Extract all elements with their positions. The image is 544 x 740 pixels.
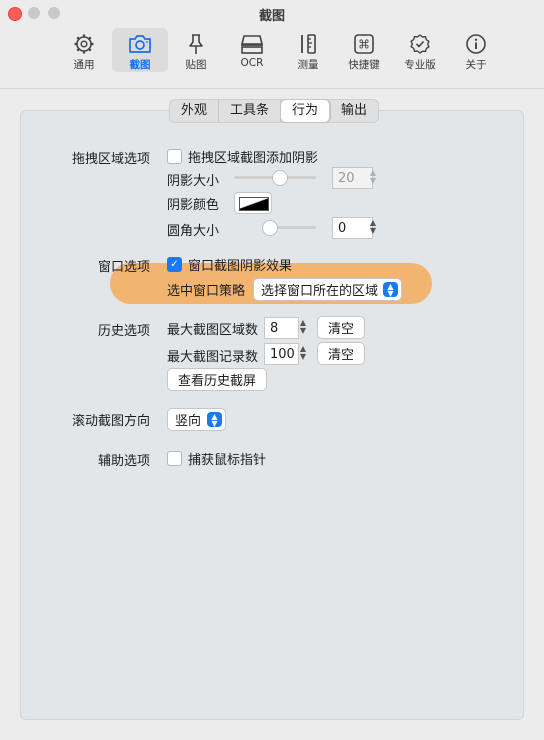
max-region-field[interactable]: 8 — [264, 317, 299, 339]
toolbar-item-general[interactable]: 通用 — [56, 28, 112, 72]
toolbar-item-label: 通用 — [73, 59, 95, 71]
preferences-window: 截图 通用 截图 贴图 OCR 测量 ⌘ 快捷键 专业版 关于 外观 工具条 行… — [0, 0, 544, 740]
toolbar-item-label: 截图 — [129, 59, 151, 71]
preferences-toolbar: 通用 截图 贴图 OCR 测量 ⌘ 快捷键 专业版 关于 — [56, 28, 504, 72]
toolbar-item-label: 快捷键 — [348, 59, 380, 71]
toolbar-item-label: 关于 — [465, 59, 487, 71]
scroll-direction-popup[interactable]: 竖向 ▲ ▼ — [167, 408, 226, 431]
corner-radius-label: 圆角大小 — [167, 224, 220, 239]
window-shadow-label: 窗口截图阴影效果 — [188, 259, 293, 274]
corner-radius-slider-knob[interactable] — [262, 220, 278, 236]
drag-region-section-label: 拖拽区域选项 — [71, 152, 150, 167]
max-record-label: 最大截图记录数 — [167, 350, 259, 365]
tab-toolbar[interactable]: 工具条 — [219, 100, 282, 122]
view-history-button[interactable]: 查看历史截屏 — [167, 368, 267, 391]
toolbar-item-measure[interactable]: 测量 — [280, 28, 336, 72]
chevron-up-down-icon: ▲ ▼ — [383, 282, 398, 297]
tab-appearance[interactable]: 外观 — [170, 100, 220, 122]
capture-cursor-checkbox-row[interactable]: 捕获鼠标指针 — [167, 449, 266, 468]
tab-output[interactable]: 输出 — [330, 100, 378, 122]
toolbar-item-label: OCR — [240, 57, 264, 69]
corner-radius-slider[interactable] — [262, 220, 316, 236]
shadow-size-slider-knob[interactable] — [272, 170, 288, 186]
shadow-color-swatch — [239, 197, 269, 211]
window-strategy-value: 选择窗口所在的区域 — [261, 284, 379, 299]
command-key-icon: ⌘ — [353, 32, 375, 56]
max-record-field[interactable]: 100 — [264, 343, 299, 365]
corner-radius-stepper[interactable]: ▲ ▼ — [367, 217, 379, 237]
capture-cursor-label: 捕获鼠标指针 — [188, 453, 267, 468]
gear-icon — [73, 32, 95, 56]
window-title: 截图 — [258, 9, 285, 24]
pin-icon — [186, 32, 206, 56]
shadow-color-label: 阴影颜色 — [167, 198, 220, 213]
window-strategy-popup[interactable]: 选择窗口所在的区域 ▲ ▼ — [253, 278, 402, 301]
title-bar: 截图 通用 截图 贴图 OCR 测量 ⌘ 快捷键 专业版 关于 — [0, 0, 544, 89]
scroll-direction-section-label: 滚动截图方向 — [71, 414, 150, 429]
max-region-stepper[interactable]: ▲ ▼ — [297, 317, 309, 337]
capture-cursor-checkbox[interactable] — [167, 451, 182, 466]
tab-behavior[interactable]: 行为 — [281, 100, 331, 122]
ruler-icon — [297, 32, 319, 56]
max-record-stepper[interactable]: ▲ ▼ — [297, 343, 309, 363]
shadow-color-well[interactable] — [234, 192, 272, 214]
toolbar-item-screenshot[interactable]: 截图 — [112, 28, 168, 72]
window-strategy-label: 选中窗口策略 — [167, 284, 246, 299]
toolbar-item-shortcuts[interactable]: ⌘ 快捷键 — [336, 28, 392, 72]
max-region-label: 最大截图区域数 — [167, 323, 259, 338]
camera-icon — [127, 32, 153, 56]
shadow-size-slider[interactable] — [234, 170, 316, 186]
window-options-section-label: 窗口选项 — [97, 260, 150, 275]
scroll-direction-value: 竖向 — [175, 414, 202, 429]
verified-badge-icon — [409, 32, 431, 56]
toolbar-item-label: 贴图 — [185, 59, 207, 71]
drag-shadow-checkbox-row[interactable]: 拖拽区域截图添加阴影 — [167, 147, 318, 166]
history-section-label: 历史选项 — [97, 324, 150, 339]
clear-record-button[interactable]: 清空 — [317, 342, 365, 365]
toolbar-item-pro[interactable]: 专业版 — [392, 28, 448, 72]
toolbar-item-label: 测量 — [297, 59, 319, 71]
chevron-up-down-icon: ▲ ▼ — [207, 412, 222, 427]
drag-shadow-label: 拖拽区域截图添加阴影 — [188, 151, 319, 166]
svg-text:⌘: ⌘ — [358, 38, 370, 52]
settings-tabs: 外观 工具条 行为 输出 — [169, 99, 380, 123]
info-icon — [465, 32, 487, 56]
assist-section-label: 辅助选项 — [97, 454, 150, 469]
toolbar-item-ocr[interactable]: OCR — [224, 28, 280, 72]
toolbar-item-pin[interactable]: 贴图 — [168, 28, 224, 72]
window-shadow-checkbox[interactable]: ✓ — [167, 257, 182, 272]
toolbar-item-about[interactable]: 关于 — [448, 28, 504, 72]
clear-region-button[interactable]: 清空 — [317, 316, 365, 339]
scanner-icon — [239, 32, 265, 56]
shadow-size-label: 阴影大小 — [167, 174, 220, 189]
drag-shadow-checkbox[interactable] — [167, 149, 182, 164]
window-shadow-checkbox-row[interactable]: ✓ 窗口截图阴影效果 — [167, 255, 292, 274]
toolbar-item-label: 专业版 — [404, 59, 436, 71]
shadow-size-stepper[interactable]: ▲ ▼ — [367, 167, 379, 187]
